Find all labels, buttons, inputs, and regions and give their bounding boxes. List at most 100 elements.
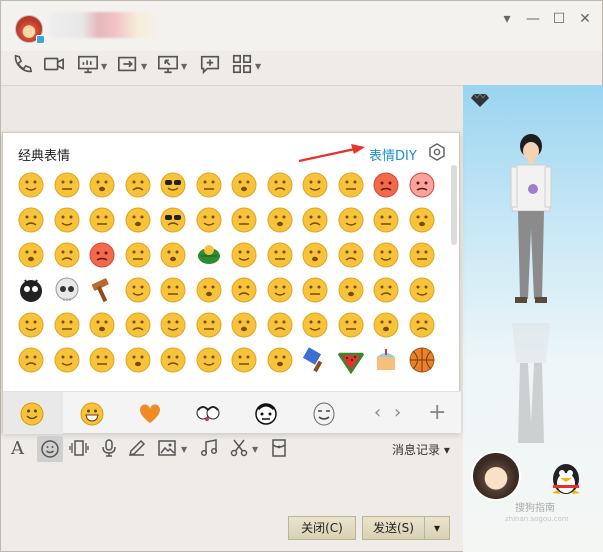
emoji-item[interactable] (195, 346, 223, 374)
emoji-item[interactable] (17, 171, 45, 199)
emoji-item[interactable] (53, 206, 81, 234)
emoji-item[interactable] (372, 276, 400, 304)
emoji-item[interactable] (230, 241, 258, 269)
emoji-item[interactable] (124, 311, 152, 339)
music-icon[interactable] (199, 438, 221, 460)
emoji-item[interactable] (124, 276, 152, 304)
emoji-item[interactable] (17, 206, 45, 234)
emoji-item[interactable] (337, 241, 365, 269)
add-app-icon[interactable] (199, 53, 223, 77)
chevron-down-icon[interactable]: ▼ (181, 445, 187, 454)
tab-sticker-pack-1[interactable] (179, 392, 239, 434)
emoji-item[interactable] (337, 311, 365, 339)
emoji-item[interactable] (266, 241, 294, 269)
emoji-item[interactable] (124, 241, 152, 269)
qq-penguin-icon[interactable] (546, 457, 586, 497)
emoji-item[interactable] (337, 206, 365, 234)
emoji-item[interactable] (17, 346, 45, 374)
emoji-item[interactable] (230, 346, 258, 374)
screen-share-icon[interactable] (77, 53, 101, 77)
minimize-icon[interactable]: — (523, 11, 543, 27)
emoji-item[interactable] (124, 171, 152, 199)
add-emoji-icon[interactable]: + (428, 400, 446, 425)
emoji-item[interactable] (53, 346, 81, 374)
close-icon[interactable]: ✕ (575, 11, 595, 27)
emoji-item[interactable] (230, 311, 258, 339)
microphone-icon[interactable] (99, 438, 121, 460)
emoji-item[interactable] (88, 241, 116, 269)
emoji-item[interactable] (337, 171, 365, 199)
tab-prev-icon[interactable]: ‹ (374, 402, 381, 423)
scrollbar-thumb[interactable] (451, 165, 457, 245)
video-call-icon[interactable] (43, 53, 67, 77)
emoji-diy-link[interactable]: 表情DIY (369, 145, 417, 164)
settings-icon[interactable] (428, 143, 446, 161)
message-history-link[interactable]: 消息记录 ▾ (392, 441, 450, 458)
emoji-item[interactable] (53, 171, 81, 199)
tab-favorites[interactable] (121, 392, 181, 434)
send-button[interactable]: 发送(S) (362, 516, 424, 540)
my-avatar[interactable] (471, 451, 521, 501)
qq-show-figure[interactable] (506, 131, 556, 309)
emoji-item[interactable] (159, 171, 187, 199)
emoji-item[interactable] (195, 276, 223, 304)
pin-icon[interactable]: ▾ (497, 11, 517, 27)
send-file-icon[interactable] (117, 53, 141, 77)
emoji-item[interactable] (301, 276, 329, 304)
maximize-icon[interactable]: ☐ (549, 11, 569, 27)
scissors-icon[interactable] (229, 438, 251, 460)
emoji-item[interactable] (301, 311, 329, 339)
emoji-item[interactable] (408, 346, 436, 374)
font-icon[interactable]: A (11, 438, 33, 460)
emoji-item[interactable] (372, 241, 400, 269)
image-icon[interactable] (157, 438, 179, 460)
emoji-item[interactable] (301, 241, 329, 269)
emoji-item[interactable] (53, 276, 81, 304)
emoji-item[interactable] (372, 311, 400, 339)
emoji-item[interactable] (230, 276, 258, 304)
emoji-item[interactable] (88, 171, 116, 199)
emoji-item[interactable] (408, 311, 436, 339)
emoji-item[interactable] (372, 206, 400, 234)
emoji-item[interactable] (159, 241, 187, 269)
close-button[interactable]: 关闭(C) (288, 516, 356, 540)
emoji-item[interactable] (88, 346, 116, 374)
chevron-down-icon[interactable]: ▼ (181, 62, 187, 71)
remote-desktop-icon[interactable] (157, 53, 181, 77)
send-options-button[interactable]: ▾ (424, 516, 450, 540)
chevron-down-icon[interactable]: ▼ (255, 62, 261, 71)
emoji-item[interactable] (53, 241, 81, 269)
emoji-item[interactable] (17, 241, 45, 269)
apps-grid-icon[interactable] (231, 53, 255, 77)
emoji-item[interactable] (301, 346, 329, 374)
emoji-item[interactable] (372, 171, 400, 199)
chevron-down-icon[interactable]: ▼ (141, 62, 147, 71)
emoji-item[interactable] (53, 311, 81, 339)
emoji-item[interactable] (159, 311, 187, 339)
tab-classic-emoji[interactable] (3, 392, 63, 434)
emoji-item[interactable] (195, 171, 223, 199)
emoji-item[interactable] (266, 346, 294, 374)
chevron-down-icon[interactable]: ▼ (252, 445, 258, 454)
emoji-item[interactable] (195, 311, 223, 339)
emoji-item[interactable] (301, 206, 329, 234)
emoji-item[interactable] (17, 311, 45, 339)
emoji-item[interactable] (159, 346, 187, 374)
tab-emoji[interactable] (63, 392, 123, 434)
emoji-item[interactable] (124, 206, 152, 234)
shake-window-icon[interactable] (69, 438, 91, 460)
emoji-item[interactable] (159, 276, 187, 304)
emoji-item[interactable] (124, 346, 152, 374)
emoji-item[interactable] (337, 346, 365, 374)
emoji-item[interactable] (230, 206, 258, 234)
tab-sticker-pack-2[interactable] (237, 392, 297, 434)
phone-icon[interactable] (11, 53, 35, 77)
emoji-item[interactable] (266, 171, 294, 199)
chevron-down-icon[interactable]: ▼ (101, 62, 107, 71)
tab-sticker-pack-3[interactable] (295, 392, 355, 434)
emoji-item[interactable] (88, 206, 116, 234)
emoji-item[interactable] (408, 276, 436, 304)
emoji-item[interactable] (195, 206, 223, 234)
emoji-item[interactable] (408, 171, 436, 199)
tab-next-icon[interactable]: › (394, 402, 401, 423)
